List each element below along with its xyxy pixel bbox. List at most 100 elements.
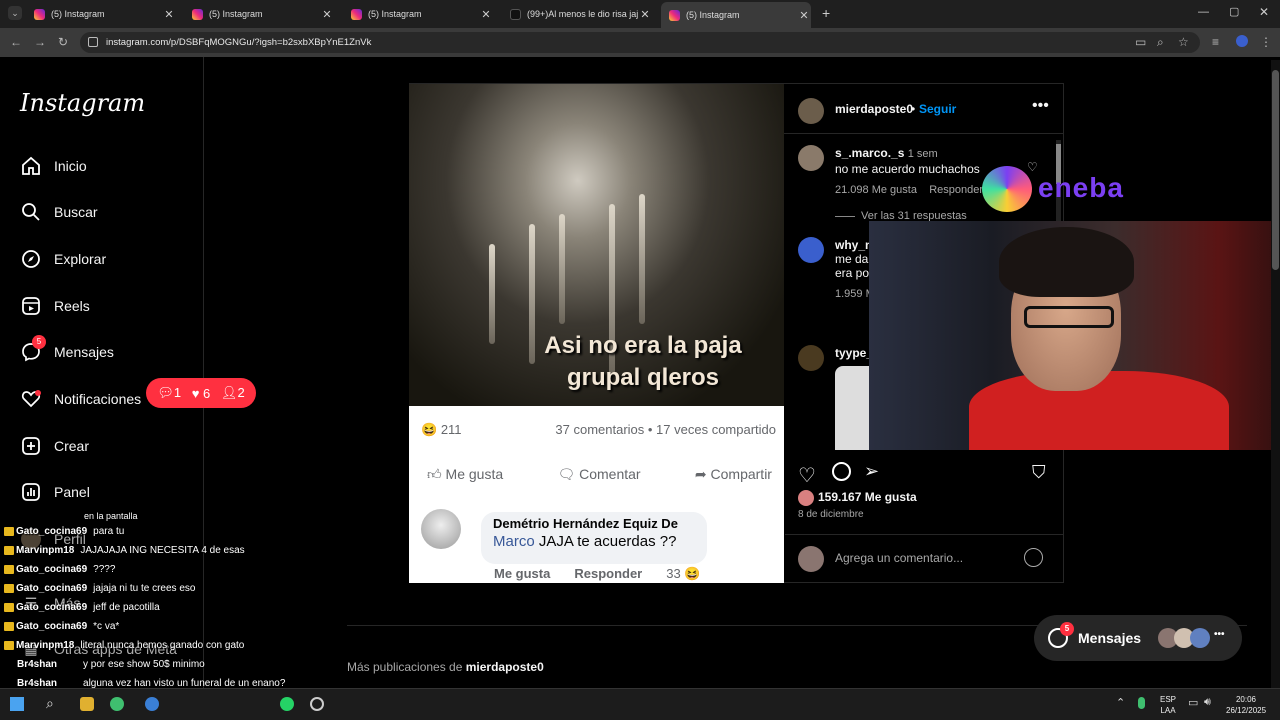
comment-icon[interactable] [832,462,851,481]
tab-1[interactable]: (5) Instagram ✕ [26,3,176,25]
chat-line: Gato_cocina69???? [4,560,324,579]
chat-line: Gato_cocina69 *c va* [4,617,324,636]
messenger-icon: 5 [20,335,46,363]
more-options-icon[interactable]: ••• [1032,97,1049,115]
mic-icon[interactable] [1138,697,1145,709]
forward-icon[interactable]: → [34,35,46,49]
instagram-logo[interactable]: Instagram [20,89,145,117]
tab-5[interactable]: (5) Instagram ✕ [661,2,811,28]
chat-avatars [1158,628,1210,651]
page-scrollbar[interactable] [1271,60,1280,688]
new-tab-button[interactable]: + [822,5,830,21]
webcam-glasses [1024,306,1114,328]
back-icon[interactable]: ← [10,35,22,49]
compass-icon [20,248,42,270]
sidebar-item-reels[interactable]: Reels [20,291,90,321]
my-avatar [798,546,824,572]
dashboard-icon [20,481,42,503]
maximize-button[interactable]: ▢ [1229,5,1239,18]
messages-button[interactable]: 5 Mensajes ••• [1034,615,1242,661]
chat-line: en la pantalla [84,511,138,521]
close-icon[interactable]: ✕ [479,8,493,21]
more-posts-author[interactable]: mierdaposte0 [466,660,544,674]
taskbar-app-icon[interactable] [145,697,159,711]
taskbar-app-icon[interactable] [80,697,94,711]
reload-icon[interactable]: ↻ [58,35,68,49]
search-icon [20,201,42,223]
taskbar-search-icon[interactable]: ⌕ [46,695,54,712]
close-icon[interactable]: ✕ [320,8,334,21]
comment-box-divider [785,534,1064,535]
taskbar: ⌕ ⌃ ESP LAA ▭ 🔊︎ 20:06 26/12/2025 [0,688,1280,720]
sidebar-item-mensajes[interactable]: 5 Mensajes [20,335,114,367]
bookmark-star-icon[interactable]: ☆ [1178,35,1189,49]
sidebar-item-explorar[interactable]: Explorar [20,244,106,274]
likes-count[interactable]: 159.167 Me gusta [818,490,917,504]
stream-chat: en la pantalla Gato_cocina69 para tu Marv… [4,510,324,693]
webcam-hair [999,227,1134,297]
meme-drip [639,194,645,324]
language-indicator[interactable]: ESP LAA [1160,694,1176,716]
instagram-icon [34,8,45,20]
sidebar-item-notificaciones[interactable]: Notificaciones [20,384,141,414]
share-icon[interactable]: ➢ [864,461,879,482]
profile-icon[interactable] [1236,35,1248,47]
sidebar-item-buscar[interactable]: Buscar [20,197,98,227]
commenter-avatar[interactable] [798,145,824,171]
fb-reactions: 😆 211 [421,422,462,437]
post-header: mierdaposte0 • Seguir ••• [784,84,1064,134]
author-username[interactable]: mierdaposte0 [835,102,913,116]
cast-icon[interactable]: ▭ [1135,35,1146,49]
comment-input[interactable]: Agrega un comentario... [835,551,1015,565]
save-icon[interactable]: ⛉ [1032,462,1046,483]
volume-icon[interactable]: 🔊︎ [1204,696,1211,709]
chat-line: Marvinpm18 JAJAJAJA ING NECESITA 4 de esa… [4,541,324,560]
messenger-icon: 5 [1048,622,1074,648]
fb-comment-bubble: Demétrio Hernández Equiz De Marco JAJA t… [481,512,707,564]
reply-link[interactable]: Responder [929,184,983,196]
tray-up-icon[interactable]: ⌃ [1116,696,1125,709]
menu-icon[interactable]: ⋮ [1260,35,1272,49]
zoom-icon[interactable]: ⌕ [1157,35,1164,50]
like-icon[interactable]: ♡ [798,463,816,488]
webcam-overlay [869,221,1280,450]
chat-line: Gato_cocina69 para tu [4,522,324,541]
emoji-icon[interactable] [1024,548,1043,567]
close-window-button[interactable]: ✕ [1259,5,1269,19]
close-icon[interactable]: ✕ [162,8,176,21]
url-options-icon[interactable] [88,37,98,47]
fb-share: ➦ Compartir [694,466,772,482]
taskbar-app-icon[interactable] [310,697,324,711]
fb-comment-name: Demétrio Hernández Equiz De [493,516,678,531]
sidebar-item-crear[interactable]: Crear [20,431,89,461]
comment-like-icon[interactable]: ♡ [1027,160,1038,174]
meme-caption: Asi no era la paja grupal qleros [544,332,742,391]
url-field[interactable]: instagram.com/p/DSBFqMOGNGu/?igsh=b2sxbX… [80,32,1200,53]
tiktok-icon [510,8,521,20]
close-icon[interactable]: ✕ [797,9,811,22]
extensions-icon[interactable]: ≡ [1212,35,1219,49]
comment-image [835,366,871,450]
follow-button[interactable]: Seguir [919,102,956,116]
start-icon[interactable] [10,697,24,711]
home-icon [20,155,42,177]
tab-4[interactable]: (99+)Al menos le dio risa jajaja ✕ [502,3,652,25]
chat-line: Gato_cocina69 jajaja ni tu te crees eso [4,579,324,598]
author-avatar[interactable] [798,98,824,124]
tab-search-icon[interactable]: ⌄ [8,6,22,20]
sidebar-item-inicio[interactable]: Inicio [20,151,87,181]
sidebar-item-panel[interactable]: Panel [20,477,90,507]
clock[interactable]: 20:06 26/12/2025 [1226,694,1266,716]
meme-drip [559,214,565,324]
network-icon[interactable]: ▭ [1188,696,1198,709]
tab-3[interactable]: (5) Instagram ✕ [343,3,493,25]
tab-2[interactable]: (5) Instagram ✕ [184,3,334,25]
commenter-avatar[interactable] [798,237,824,263]
close-icon[interactable]: ✕ [638,8,652,21]
taskbar-app-icon[interactable] [110,697,124,711]
taskbar-app-icon[interactable] [280,697,294,711]
address-bar: ← → ↻ instagram.com/p/DSBFqMOGNGu/?igsh=… [0,28,1280,57]
commenter-avatar[interactable] [798,345,824,371]
notifications-pill[interactable]: 💬︎1 ♥ 6 👤︎2 [146,378,256,408]
minimize-button[interactable]: — [1198,6,1209,18]
